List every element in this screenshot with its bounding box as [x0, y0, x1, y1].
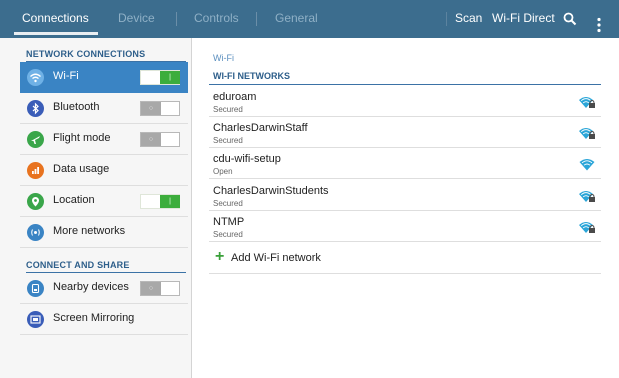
- flight-mode-toggle[interactable]: ○: [140, 132, 180, 147]
- add-wifi-network-label: Add Wi-Fi network: [231, 252, 321, 264]
- tab-separator: [176, 12, 177, 26]
- sidebar-item-label: Bluetooth: [53, 101, 100, 113]
- location-toggle[interactable]: |: [140, 194, 180, 209]
- airplane-icon: [27, 131, 44, 148]
- wifi-network-row[interactable]: cdu-wifi-setup Open: [209, 148, 601, 179]
- network-status: Secured: [213, 230, 243, 239]
- sidebar-item-bluetooth[interactable]: Bluetooth ○: [20, 93, 188, 124]
- sidebar-item-label: Screen Mirroring: [53, 312, 135, 324]
- wifi-icon: [578, 157, 596, 171]
- search-icon[interactable]: [563, 12, 577, 26]
- wifi-lock-icon: [578, 95, 596, 109]
- sidebar-item-label: Location: [53, 194, 95, 206]
- bluetooth-icon: [27, 100, 44, 117]
- sidebar-item-data-usage[interactable]: Data usage: [20, 155, 188, 186]
- scan-button[interactable]: Scan: [455, 0, 482, 38]
- sidebar-item-label: Data usage: [53, 163, 110, 175]
- wifi-icon: [27, 69, 44, 86]
- sidebar-item-more-networks[interactable]: More networks: [20, 217, 188, 248]
- section-header-wifi-networks: WI-FI NETWORKS: [213, 71, 290, 81]
- wifi-network-row[interactable]: NTMP Secured: [209, 211, 601, 242]
- sidebar-item-label: Flight mode: [53, 132, 111, 144]
- sidebar-item-label: More networks: [53, 225, 126, 237]
- active-tab-indicator: [14, 32, 98, 35]
- wifi-network-row[interactable]: CharlesDarwinStaff Secured: [209, 117, 601, 148]
- action-separator: [446, 12, 447, 26]
- tab-separator: [256, 12, 257, 26]
- network-status: Open: [213, 167, 233, 176]
- more-vertical-icon[interactable]: [596, 11, 602, 33]
- toggle-on-indicator: |: [160, 71, 180, 84]
- tab-device[interactable]: Device: [118, 0, 155, 38]
- network-status: Secured: [213, 199, 243, 208]
- sidebar-item-nearby-devices[interactable]: Nearby devices ○: [20, 273, 188, 304]
- toggle-off-indicator: ○: [141, 133, 161, 146]
- network-name: NTMP: [213, 216, 245, 228]
- wifi-network-row[interactable]: CharlesDarwinStudents Secured: [209, 180, 601, 211]
- plus-icon: +: [215, 248, 225, 265]
- sidebar-item-screen-mirroring[interactable]: Screen Mirroring: [20, 304, 188, 335]
- section-header-network-connections: NETWORK CONNECTIONS: [26, 49, 146, 59]
- section-header-connect-and-share: CONNECT AND SHARE: [26, 260, 130, 270]
- sidebar-item-location[interactable]: Location |: [20, 186, 188, 217]
- wifi-lock-icon: [578, 189, 596, 203]
- tab-controls[interactable]: Controls: [194, 0, 239, 38]
- section-divider: [209, 84, 601, 85]
- wifi-lock-icon: [578, 126, 596, 140]
- location-icon: [27, 193, 44, 210]
- wifi-direct-button[interactable]: Wi-Fi Direct: [492, 0, 555, 38]
- sidebar-item-label: Nearby devices: [53, 281, 129, 293]
- sidebar-item-flight-mode[interactable]: Flight mode ○: [20, 124, 188, 155]
- top-bar: Connections Device Controls General Scan…: [0, 0, 619, 38]
- network-name: eduroam: [213, 91, 257, 103]
- toggle-off-indicator: ○: [141, 282, 161, 295]
- screen-mirroring-icon: [27, 311, 44, 328]
- network-name: cdu-wifi-setup: [213, 153, 281, 165]
- sidebar-item-label: Wi-Fi: [53, 70, 79, 82]
- data-usage-icon: [27, 162, 44, 179]
- network-name: CharlesDarwinStudents: [213, 185, 329, 197]
- network-status: Secured: [213, 136, 243, 145]
- network-name: CharlesDarwinStaff: [213, 122, 308, 134]
- sidebar-item-wifi[interactable]: Wi-Fi |: [20, 62, 188, 93]
- more-networks-icon: [27, 224, 44, 241]
- toggle-off-indicator: ○: [141, 102, 161, 115]
- wifi-network-row[interactable]: eduroam Secured: [209, 86, 601, 117]
- wifi-lock-icon: [578, 220, 596, 234]
- toggle-on-indicator: |: [160, 195, 180, 208]
- nearby-devices-icon: [27, 280, 44, 297]
- tab-general[interactable]: General: [275, 0, 318, 38]
- wifi-toggle[interactable]: |: [140, 70, 180, 85]
- bluetooth-toggle[interactable]: ○: [140, 101, 180, 116]
- add-wifi-network-button[interactable]: + Add Wi-Fi network: [209, 243, 601, 274]
- network-status: Secured: [213, 105, 243, 114]
- breadcrumb: Wi-Fi: [213, 53, 234, 63]
- nearby-devices-toggle[interactable]: ○: [140, 281, 180, 296]
